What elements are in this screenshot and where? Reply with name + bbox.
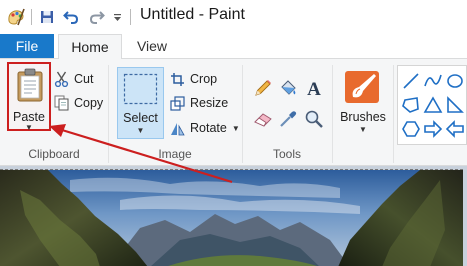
tab-view[interactable]: View bbox=[124, 34, 180, 58]
fill-bucket-icon[interactable] bbox=[276, 76, 300, 100]
ribbon-tab-strip: File Home View bbox=[0, 34, 467, 59]
paste-dropdown-caret[interactable]: ▼ bbox=[9, 124, 49, 132]
triangle-shape-icon[interactable] bbox=[421, 93, 445, 117]
crop-label: Crop bbox=[190, 72, 218, 86]
brushes-dropdown-caret[interactable]: ▼ bbox=[337, 125, 389, 134]
customize-quick-access-dropdown[interactable] bbox=[110, 0, 124, 34]
magnifier-icon[interactable] bbox=[302, 107, 326, 131]
scissors-icon bbox=[54, 71, 69, 87]
crop-icon bbox=[171, 72, 184, 86]
left-arrow-shape-icon[interactable] bbox=[443, 117, 467, 141]
brush-icon bbox=[345, 71, 379, 103]
title-divider bbox=[130, 9, 131, 25]
image-group-label: Image bbox=[158, 147, 192, 161]
save-icon[interactable] bbox=[37, 0, 57, 34]
resize-button[interactable]: Resize bbox=[170, 92, 228, 114]
selection-rectangle-icon bbox=[123, 73, 158, 105]
text-icon[interactable]: A bbox=[302, 76, 326, 100]
color-picker-icon[interactable] bbox=[276, 107, 300, 131]
clipboard-group-label: Clipboard bbox=[28, 147, 80, 161]
paste-button[interactable]: Paste ▼ bbox=[7, 62, 51, 132]
canvas[interactable] bbox=[0, 169, 463, 266]
tab-file[interactable]: File bbox=[0, 34, 54, 58]
rotate-dropdown-caret[interactable]: ▼ bbox=[232, 124, 240, 133]
oval-shape-icon[interactable] bbox=[443, 69, 467, 93]
right-triangle-shape-icon[interactable] bbox=[443, 93, 467, 117]
rotate-label: Rotate bbox=[190, 121, 227, 135]
copy-icon bbox=[54, 95, 69, 111]
group-divider bbox=[393, 65, 394, 163]
eraser-icon[interactable] bbox=[251, 107, 275, 131]
ribbon-home: Paste ▼ Cut Copy Clipboard Select ▼ Crop… bbox=[0, 58, 467, 166]
undo-icon[interactable] bbox=[61, 0, 81, 34]
curve-shape-icon[interactable] bbox=[421, 69, 445, 93]
line-shape-icon[interactable] bbox=[399, 69, 423, 93]
crop-button[interactable]: Crop bbox=[170, 68, 217, 90]
select-label: Select bbox=[123, 111, 158, 125]
canvas-area bbox=[0, 166, 467, 266]
hexagon-shape-icon[interactable] bbox=[399, 117, 423, 141]
brushes-label: Brushes bbox=[340, 110, 386, 124]
polygon-shape-icon[interactable] bbox=[399, 93, 423, 117]
group-divider bbox=[332, 65, 333, 163]
brushes-button[interactable]: Brushes ▼ bbox=[337, 67, 389, 143]
rotate-button[interactable]: Rotate ▼ bbox=[170, 117, 240, 139]
paint-app-icon[interactable] bbox=[4, 0, 28, 34]
svg-text:A: A bbox=[307, 79, 321, 98]
cut-button[interactable]: Cut bbox=[54, 68, 93, 90]
paste-label: Paste bbox=[13, 110, 45, 124]
tab-home[interactable]: Home bbox=[58, 34, 122, 59]
select-button[interactable]: Select ▼ bbox=[117, 67, 164, 139]
tools-group-label: Tools bbox=[272, 147, 301, 161]
right-arrow-shape-icon[interactable] bbox=[421, 117, 445, 141]
quick-access-divider bbox=[31, 9, 32, 25]
redo-icon[interactable] bbox=[87, 0, 107, 34]
resize-label: Resize bbox=[190, 96, 229, 110]
copy-button[interactable]: Copy bbox=[54, 92, 103, 114]
shapes-gallery bbox=[397, 65, 467, 145]
landscape-photo bbox=[0, 170, 463, 266]
rotate-icon bbox=[171, 122, 185, 135]
clipboard-icon bbox=[17, 68, 43, 102]
title-bar: Untitled - Paint bbox=[0, 0, 467, 34]
copy-label: Copy bbox=[74, 96, 104, 110]
window-title: Untitled - Paint bbox=[140, 6, 245, 23]
pencil-icon[interactable] bbox=[251, 76, 275, 100]
resize-icon bbox=[170, 95, 185, 111]
cut-label: Cut bbox=[74, 72, 94, 86]
select-dropdown-caret[interactable]: ▼ bbox=[118, 126, 163, 135]
